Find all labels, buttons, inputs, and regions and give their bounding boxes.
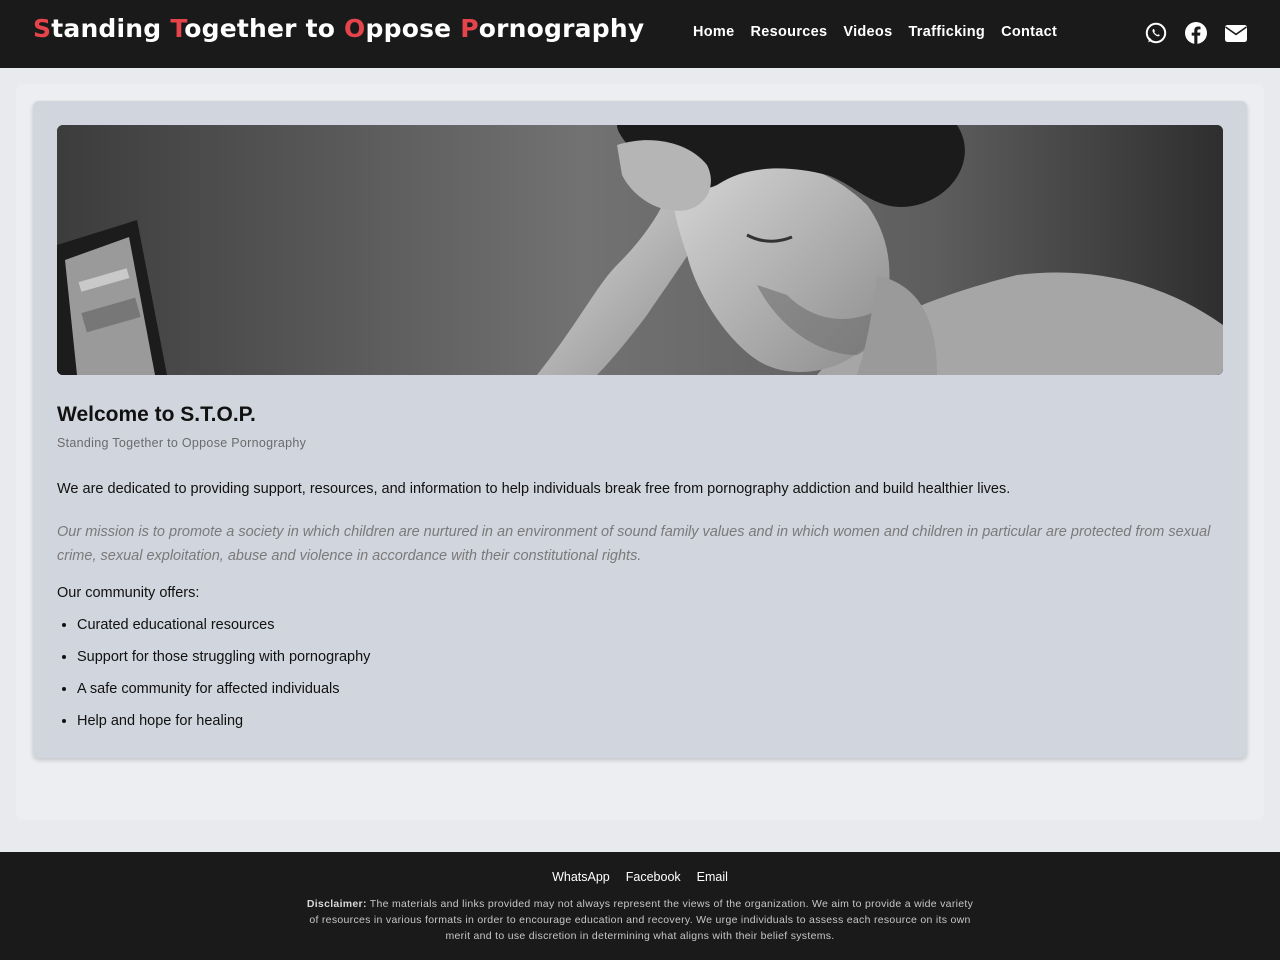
- nav-videos[interactable]: Videos: [843, 24, 892, 40]
- social-links: [1144, 20, 1248, 46]
- nav-contact[interactable]: Contact: [1001, 24, 1057, 40]
- brand-initial-s: S: [33, 14, 52, 43]
- nav-home[interactable]: Home: [693, 24, 735, 40]
- site-brand[interactable]: Standing Together to Oppose Pornography: [33, 14, 644, 43]
- site-footer: WhatsApp Facebook Email Disclaimer: The …: [0, 852, 1280, 960]
- main-nav: Home Resources Videos Trafficking Contac…: [693, 24, 1057, 40]
- brand-word-together: ogether to: [184, 14, 345, 43]
- list-item: A safe community for affected individual…: [77, 681, 370, 713]
- intro-paragraph: We are dedicated to providing support, r…: [57, 481, 1011, 497]
- disclaimer: Disclaimer: The materials and links prov…: [305, 896, 975, 944]
- disclaimer-label: Disclaimer:: [306, 898, 367, 910]
- nav-resources[interactable]: Resources: [751, 24, 828, 40]
- whatsapp-icon[interactable]: [1144, 20, 1168, 46]
- footer-link-facebook[interactable]: Facebook: [626, 870, 681, 884]
- offers-heading: Our community offers:: [57, 585, 200, 601]
- site-header: Standing Together to Oppose Pornography …: [0, 0, 1280, 68]
- page-subtitle: Standing Together to Oppose Pornography: [57, 436, 307, 450]
- list-item: Curated educational resources: [77, 617, 370, 649]
- nav-trafficking[interactable]: Trafficking: [908, 24, 985, 40]
- page-title: Welcome to S.T.O.P.: [57, 403, 256, 426]
- offers-list: Curated educational resources Support fo…: [77, 617, 370, 745]
- welcome-card: Welcome to S.T.O.P. Standing Together to…: [33, 101, 1247, 758]
- facebook-icon[interactable]: [1184, 20, 1208, 46]
- list-item: Help and hope for healing: [77, 713, 370, 745]
- footer-link-email[interactable]: Email: [697, 870, 728, 884]
- brand-word-pornography: ornography: [478, 14, 645, 43]
- mission-statement: Our mission is to promote a society in w…: [57, 524, 1211, 564]
- disclaimer-text: The materials and links provided may not…: [309, 898, 974, 942]
- brand-initial-t: T: [170, 14, 185, 43]
- brand-word-standing: tanding: [51, 14, 171, 43]
- envelope-icon[interactable]: [1224, 20, 1248, 46]
- footer-links: WhatsApp Facebook Email: [0, 870, 1280, 884]
- brand-initial-o: O: [344, 14, 366, 43]
- brand-word-oppose: ppose: [365, 14, 461, 43]
- footer-link-whatsapp[interactable]: WhatsApp: [552, 870, 610, 884]
- list-item: Support for those struggling with pornog…: [77, 649, 370, 681]
- hero-image: [57, 125, 1223, 375]
- brand-initial-p: P: [460, 14, 479, 43]
